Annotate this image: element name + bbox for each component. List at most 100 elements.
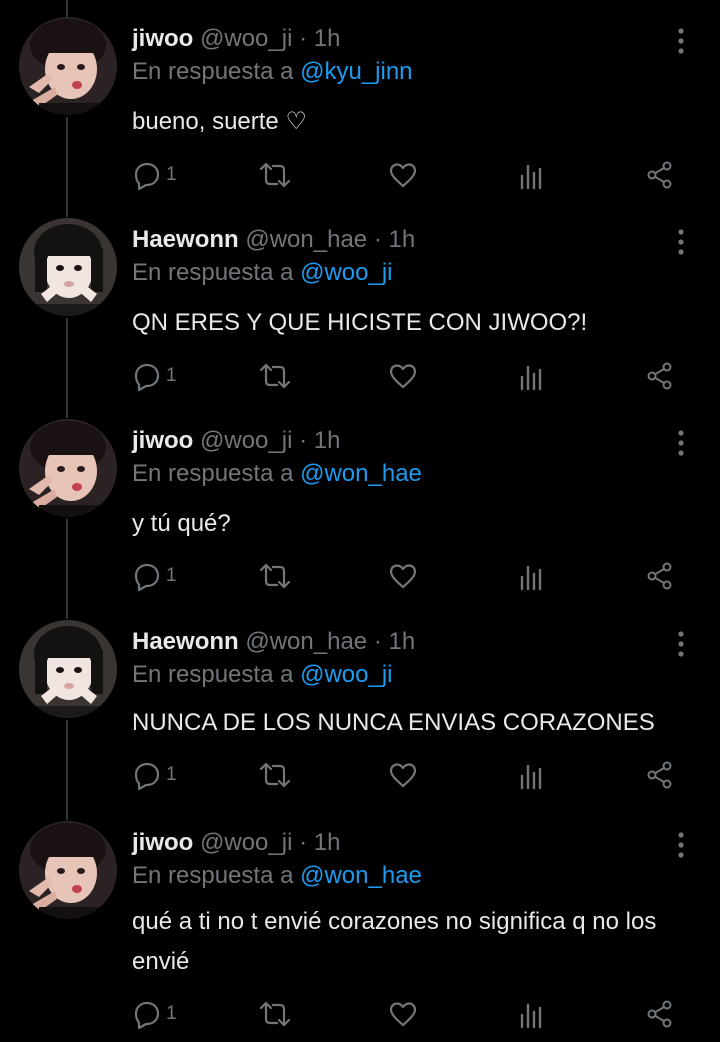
tweet-header: jiwoo @woo_ji · 1h (132, 25, 340, 53)
author-name[interactable]: Haewonn (132, 628, 239, 655)
reply-context: En respuesta a @woo_ji (132, 661, 393, 689)
reply-mention[interactable]: @kyu_jinn (300, 58, 412, 85)
share-button[interactable] (645, 755, 675, 795)
analytics-button[interactable] (517, 356, 547, 396)
avatar[interactable] (19, 218, 117, 316)
reply-prefix: En respuesta a (132, 460, 294, 487)
retweet-button[interactable] (258, 556, 292, 596)
retweet-icon (259, 563, 291, 589)
action-bar: 1 (0, 556, 720, 596)
tweet[interactable]: jiwoo @woo_ji · 1h En respuesta a @kyu_j… (0, 0, 720, 201)
author-handle[interactable]: @woo_ji (200, 25, 292, 52)
timestamp[interactable]: 1h (314, 427, 341, 454)
reply-button[interactable]: 1 (132, 155, 177, 195)
share-icon (647, 362, 672, 390)
author-handle[interactable]: @won_hae (245, 628, 367, 655)
separator-dot: · (299, 25, 308, 52)
reply-mention[interactable]: @woo_ji (300, 661, 392, 688)
analytics-icon (520, 565, 542, 591)
share-button[interactable] (645, 994, 675, 1034)
author-name[interactable]: jiwoo (132, 25, 193, 52)
avatar[interactable] (19, 821, 117, 919)
analytics-icon (520, 164, 542, 190)
like-button[interactable] (388, 356, 418, 396)
share-button[interactable] (645, 155, 675, 195)
timestamp[interactable]: 1h (388, 226, 415, 253)
reply-button[interactable]: 1 (132, 994, 177, 1034)
heart-icon (389, 163, 417, 188)
author-handle[interactable]: @woo_ji (200, 427, 292, 454)
avatar[interactable] (19, 620, 117, 718)
author-handle[interactable]: @won_hae (245, 226, 367, 253)
timestamp[interactable]: 1h (314, 25, 341, 52)
tweet-header: Haewonn @won_hae · 1h (132, 226, 415, 254)
reply-context: En respuesta a @won_hae (132, 862, 422, 890)
reply-button[interactable]: 1 (132, 356, 177, 396)
action-bar: 1 (0, 356, 720, 396)
reply-mention[interactable]: @won_hae (300, 862, 422, 889)
analytics-button[interactable] (517, 155, 547, 195)
tweet-text: bueno, suerte ♡ (132, 108, 307, 135)
analytics-icon (520, 764, 542, 790)
separator-dot: · (299, 829, 308, 856)
more-options-icon[interactable] (676, 630, 686, 658)
like-button[interactable] (388, 556, 418, 596)
separator-dot: · (373, 628, 382, 655)
analytics-icon (520, 365, 542, 391)
analytics-button[interactable] (517, 755, 547, 795)
retweet-button[interactable] (258, 755, 292, 795)
tweet[interactable]: Haewonn @won_hae · 1h En respuesta a @wo… (0, 603, 720, 804)
tweet[interactable]: Haewonn @won_hae · 1h En respuesta a @wo… (0, 201, 720, 402)
reply-button[interactable]: 1 (132, 755, 177, 795)
heart-icon (389, 564, 417, 589)
avatar[interactable] (19, 419, 117, 517)
author-name[interactable]: jiwoo (132, 427, 193, 454)
share-button[interactable] (645, 356, 675, 396)
author-name[interactable]: Haewonn (132, 226, 239, 253)
more-options-icon[interactable] (676, 831, 686, 859)
author-name[interactable]: jiwoo (132, 829, 193, 856)
heart-icon (389, 364, 417, 389)
reply-prefix: En respuesta a (132, 661, 294, 688)
action-bar: 1 (0, 755, 720, 795)
tweet[interactable]: jiwoo @woo_ji · 1h En respuesta a @won_h… (0, 402, 720, 603)
analytics-button[interactable] (517, 556, 547, 596)
heart-icon (389, 763, 417, 788)
timestamp[interactable]: 1h (314, 829, 341, 856)
reply-mention[interactable]: @woo_ji (300, 259, 392, 286)
reply-prefix: En respuesta a (132, 862, 294, 889)
reply-context: En respuesta a @won_hae (132, 460, 422, 488)
reply-button[interactable]: 1 (132, 556, 177, 596)
retweet-button[interactable] (258, 356, 292, 396)
avatar[interactable] (19, 17, 117, 115)
more-options-icon[interactable] (676, 429, 686, 457)
analytics-icon (520, 1003, 542, 1029)
reply-count: 1 (166, 764, 177, 785)
tweet-text: y tú qué? (132, 510, 231, 537)
separator-dot: · (373, 226, 382, 253)
more-options-icon[interactable] (676, 228, 686, 256)
reply-mention[interactable]: @won_hae (300, 460, 422, 487)
reply-prefix: En respuesta a (132, 259, 294, 286)
more-options-icon[interactable] (676, 27, 686, 55)
author-handle[interactable]: @woo_ji (200, 829, 292, 856)
reply-context: En respuesta a @kyu_jinn (132, 58, 413, 86)
tweet-text: qué a ti no t envié corazones no signifi… (132, 908, 657, 975)
like-button[interactable] (388, 755, 418, 795)
reply-icon (134, 762, 160, 790)
share-button[interactable] (645, 556, 675, 596)
tweet-header: Haewonn @won_hae · 1h (132, 628, 415, 656)
timestamp[interactable]: 1h (388, 628, 415, 655)
retweet-icon (259, 762, 291, 788)
reply-icon (134, 1001, 160, 1029)
retweet-button[interactable] (258, 155, 292, 195)
analytics-button[interactable] (517, 994, 547, 1034)
heart-icon (389, 1002, 417, 1027)
like-button[interactable] (388, 155, 418, 195)
reply-icon (134, 563, 160, 591)
reply-context: En respuesta a @woo_ji (132, 259, 393, 287)
tweet[interactable]: jiwoo @woo_ji · 1h En respuesta a @won_h… (0, 804, 720, 1042)
like-button[interactable] (388, 994, 418, 1034)
tweet-header: jiwoo @woo_ji · 1h (132, 427, 340, 455)
retweet-button[interactable] (258, 994, 292, 1034)
